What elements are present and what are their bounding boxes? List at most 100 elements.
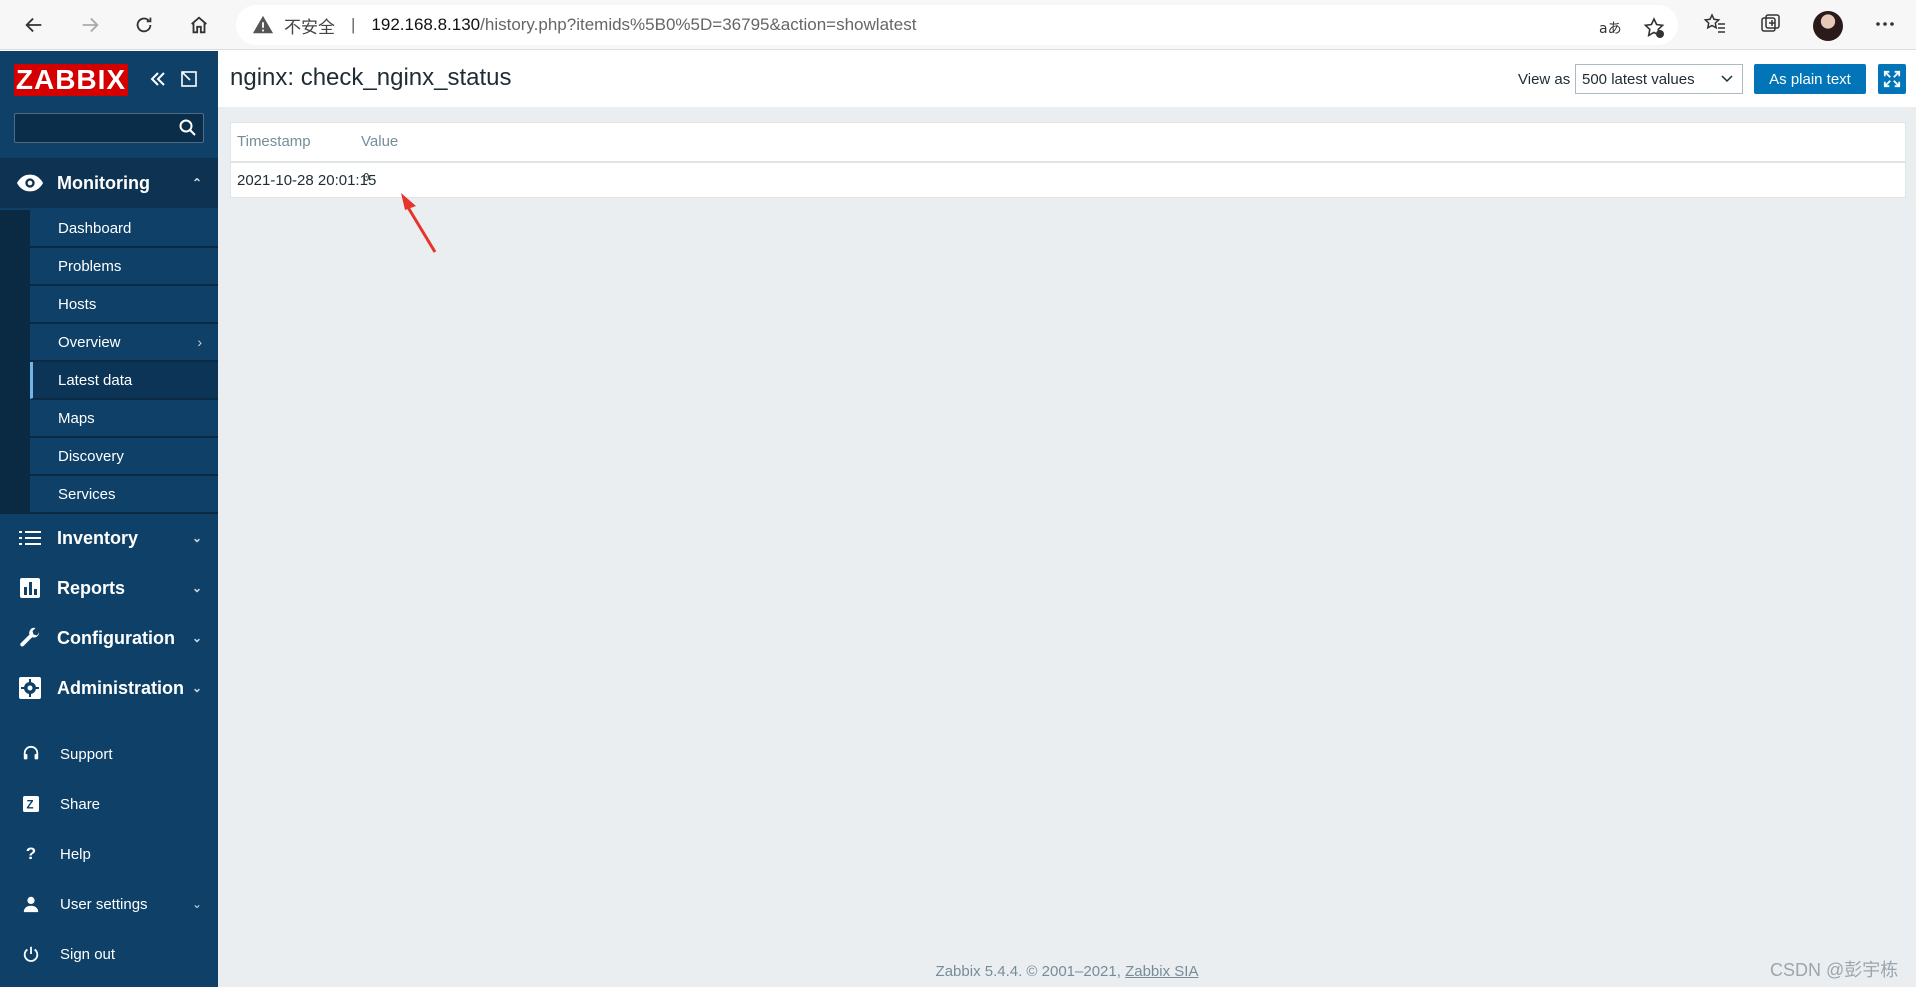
gear-icon <box>15 675 45 701</box>
warning-icon <box>252 15 274 34</box>
svg-text:aあ: aあ <box>1599 21 1622 37</box>
menu-share[interactable]: Z Share <box>0 784 218 824</box>
menu-support-label: Support <box>60 745 113 763</box>
sidebar-item-overview[interactable]: Overview › <box>30 324 218 361</box>
chevron-down-icon <box>1721 75 1733 83</box>
sidebar-item-hosts[interactable]: Hosts <box>30 286 218 323</box>
menu-user-settings[interactable]: User settings ⌄ <box>0 884 218 924</box>
footer-link[interactable]: Zabbix SIA <box>1125 963 1198 980</box>
favorites-icon[interactable] <box>1702 11 1728 37</box>
chevron-down-icon: ⌄ <box>191 581 202 595</box>
sidebar-item-discovery[interactable]: Discovery <box>30 438 218 475</box>
search-icon[interactable] <box>178 118 198 138</box>
chevron-down-icon: ⌄ <box>191 681 202 695</box>
chevron-right-icon: › <box>197 334 202 350</box>
kiosk-mode-icon[interactable] <box>178 68 200 90</box>
menu-configuration[interactable]: Configuration ⌄ <box>0 613 218 663</box>
view-as-label: View as <box>1518 71 1571 88</box>
forward-icon[interactable] <box>68 3 112 47</box>
view-as-value: 500 latest values <box>1582 70 1695 88</box>
sidebar-item-label: Maps <box>58 409 95 427</box>
main-content: nginx: check_nginx_status View as 500 la… <box>218 51 1916 987</box>
profile-avatar[interactable] <box>1813 11 1843 41</box>
footer-text: Zabbix 5.4.4. © 2001–2021, <box>935 963 1121 980</box>
menu-reports[interactable]: Reports ⌄ <box>0 563 218 613</box>
menu-monitoring[interactable]: Monitoring ⌃ <box>0 158 218 208</box>
sidebar: ZABBIX Monitoring ⌃ Dashboard Problems H… <box>0 51 218 987</box>
zabbix-logo[interactable]: ZABBIX <box>14 64 128 96</box>
fullscreen-icon <box>1883 70 1901 88</box>
url-host: 192.168.8.130 <box>371 15 481 34</box>
menu-sign-out[interactable]: Sign out <box>0 934 218 974</box>
sidebar-item-label: Hosts <box>58 295 97 313</box>
bar-chart-icon <box>15 575 45 601</box>
sidebar-item-label: Services <box>58 485 116 503</box>
url-separator: | <box>351 15 356 34</box>
view-as-select[interactable]: 500 latest values <box>1575 64 1743 94</box>
page-header: nginx: check_nginx_status View as 500 la… <box>218 51 1916 107</box>
list-icon <box>15 525 45 551</box>
home-icon[interactable] <box>177 3 221 47</box>
sidebar-item-label: Latest data <box>58 371 133 389</box>
svg-text:Z: Z <box>27 799 34 811</box>
sidebar-item-services[interactable]: Services <box>30 476 218 513</box>
sidebar-item-label: Dashboard <box>58 219 132 237</box>
address-bar[interactable]: 不安全 | 192.168.8.130/history.php?itemids%… <box>236 5 1678 45</box>
menu-share-label: Share <box>60 795 101 813</box>
menu-sign-out-label: Sign out <box>60 945 116 963</box>
chevron-down-icon: ⌄ <box>191 531 202 545</box>
as-plain-text-button[interactable]: As plain text <box>1754 64 1866 94</box>
watermark: CSDN @彭宇栋 <box>1770 960 1899 980</box>
sidebar-item-latest-data[interactable]: Latest data <box>30 362 218 399</box>
power-icon <box>20 943 42 965</box>
menu-reports-label: Reports <box>57 577 126 598</box>
back-icon[interactable] <box>12 3 56 47</box>
browser-toolbar: 不安全 | 192.168.8.130/history.php?itemids%… <box>0 0 1916 50</box>
monitoring-submenu: Dashboard Problems Hosts Overview › Lates… <box>0 210 218 514</box>
annotation-arrow-icon <box>401 193 437 253</box>
menu-inventory-label: Inventory <box>57 527 139 548</box>
read-aloud-icon[interactable]: aあ <box>1598 16 1622 40</box>
column-header-timestamp: Timestamp <box>237 133 311 150</box>
share-z-icon: Z <box>20 793 42 815</box>
eye-icon <box>15 170 45 196</box>
menu-inventory[interactable]: Inventory ⌄ <box>0 513 218 563</box>
sidebar-item-dashboard[interactable]: Dashboard <box>30 210 218 247</box>
sidebar-item-label: Discovery <box>58 447 124 465</box>
refresh-icon[interactable] <box>122 3 166 47</box>
menu-monitoring-label: Monitoring <box>57 172 150 193</box>
menu-user-settings-label: User settings <box>60 895 148 913</box>
footer: Zabbix 5.4.4. © 2001–2021, Zabbix SIA <box>218 963 1916 980</box>
collapse-sidebar-icon[interactable] <box>147 68 169 90</box>
add-favorite-icon[interactable] <box>1642 16 1666 40</box>
column-header-value: Value <box>361 133 399 150</box>
menu-configuration-label: Configuration <box>57 627 175 648</box>
chevron-up-icon: ⌃ <box>191 176 202 190</box>
headset-icon <box>20 743 42 765</box>
sidebar-item-problems[interactable]: Problems <box>30 248 218 285</box>
menu-administration-label: Administration <box>57 677 185 698</box>
table-cell-timestamp: 2021-10-28 20:01:15 <box>237 172 377 189</box>
sidebar-item-label: Overview <box>58 333 121 351</box>
table-header-divider <box>231 161 1905 163</box>
collections-icon[interactable] <box>1758 11 1784 37</box>
insecure-label: 不安全 <box>284 17 335 37</box>
chevron-down-icon: ⌄ <box>191 631 202 645</box>
sidebar-search-input[interactable] <box>14 113 204 143</box>
menu-administration[interactable]: Administration ⌄ <box>0 663 218 713</box>
history-table: Timestamp Value 2021-10-28 20:01:15 0 <box>230 122 1906 198</box>
wrench-icon <box>15 625 45 651</box>
sidebar-item-maps[interactable]: Maps <box>30 400 218 437</box>
chevron-down-icon: ⌄ <box>191 897 202 911</box>
menu-help-label: Help <box>60 845 91 863</box>
table-cell-value: 0 <box>363 171 370 184</box>
page-title: nginx: check_nginx_status <box>230 64 512 91</box>
fullscreen-button[interactable] <box>1878 64 1906 94</box>
menu-support[interactable]: Support <box>0 734 218 774</box>
sidebar-item-label: Problems <box>58 257 122 275</box>
user-icon <box>20 893 42 915</box>
url-path: /history.php?itemids%5B0%5D=36795&action… <box>480 15 917 34</box>
menu-help[interactable]: ? Help <box>0 834 218 874</box>
more-icon[interactable] <box>1872 11 1898 37</box>
help-icon: ? <box>25 844 37 863</box>
